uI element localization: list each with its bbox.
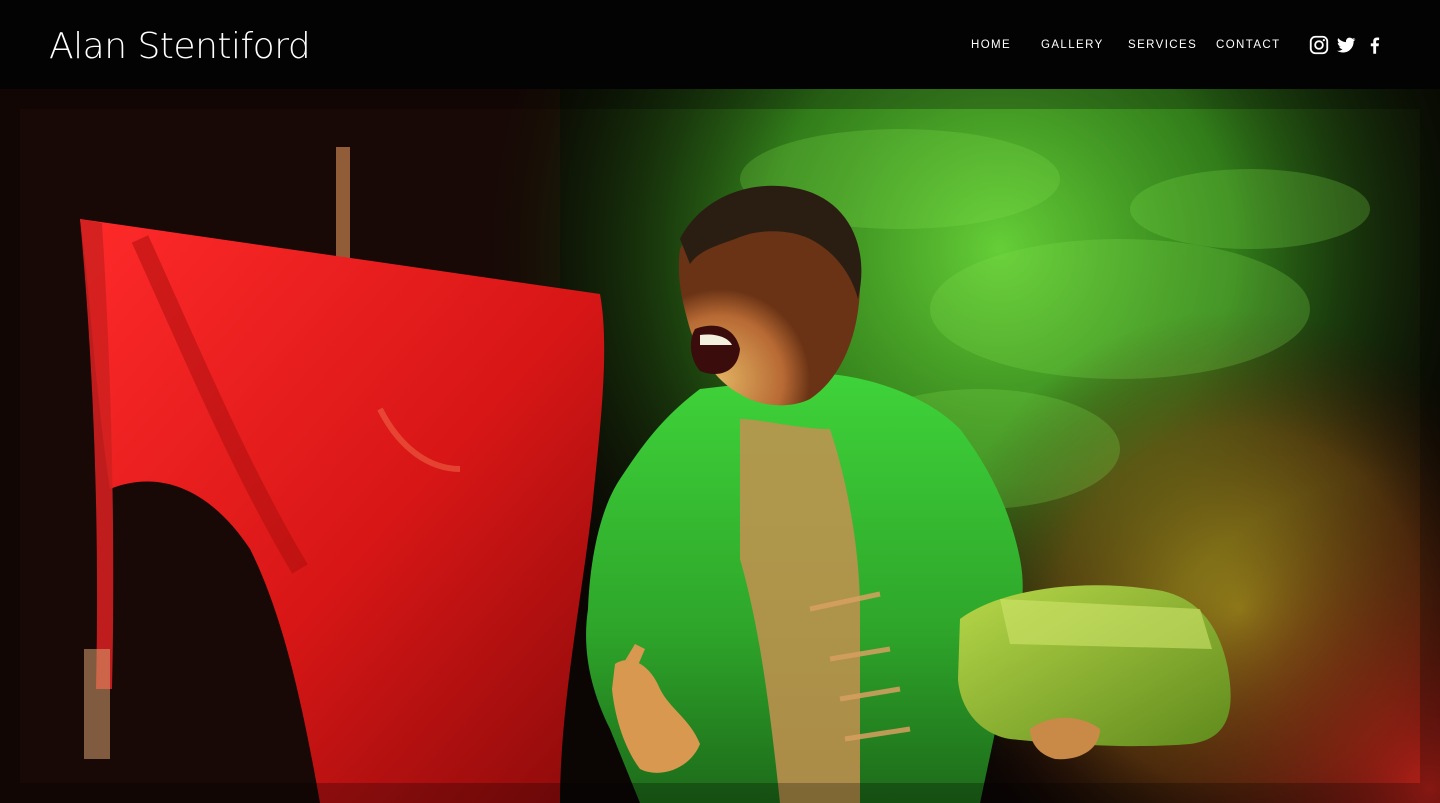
- nav-gallery[interactable]: GALLERY: [1041, 36, 1104, 54]
- nav-home[interactable]: HOME: [971, 36, 1011, 54]
- instagram-link[interactable]: [1308, 34, 1330, 56]
- nav-services[interactable]: SERVICES: [1128, 36, 1197, 54]
- facebook-icon: [1370, 37, 1380, 54]
- facebook-link[interactable]: [1364, 34, 1386, 56]
- nav-contact[interactable]: CONTACT: [1216, 36, 1281, 54]
- site-header: Alan Stentiford HOME GALLERY SERVICES CO…: [0, 0, 1440, 89]
- hero-image: [0, 89, 1440, 803]
- instagram-icon: [1309, 35, 1329, 55]
- twitter-link[interactable]: [1335, 34, 1357, 56]
- site-title[interactable]: Alan Stentiford: [49, 22, 311, 72]
- twitter-icon: [1337, 37, 1356, 53]
- stage-performer-photo: [0, 89, 1440, 803]
